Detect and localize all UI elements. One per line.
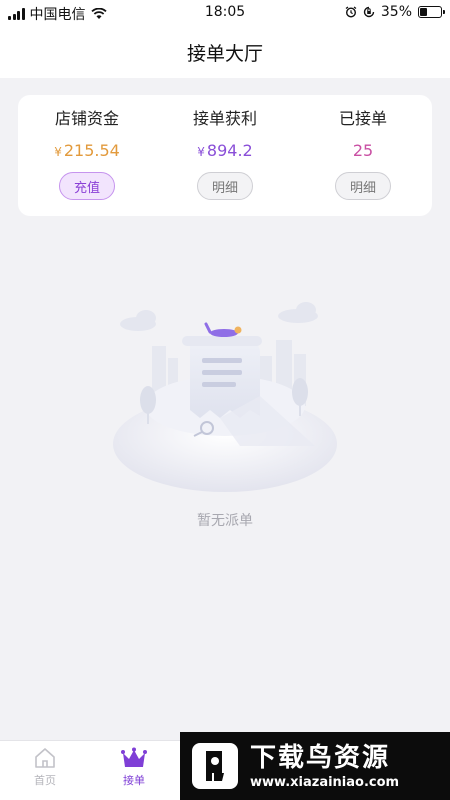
- bird-logo-icon: [192, 743, 238, 789]
- status-bar: 中国电信 18:05 35%: [0, 0, 450, 26]
- watermark-text: 下载鸟资源 www.xiazainiao.com: [250, 743, 399, 790]
- currency-symbol: ¥: [197, 145, 205, 159]
- tab-home[interactable]: 首页: [15, 747, 75, 799]
- watermark-url: www.xiazainiao.com: [250, 774, 400, 790]
- home-icon: [35, 748, 55, 768]
- orders-details-button[interactable]: 明细: [335, 172, 391, 200]
- nav-bar: 接单大厅: [0, 26, 450, 78]
- stat-amount: 894.2: [206, 141, 253, 160]
- stat-amount: 215.54: [63, 141, 120, 160]
- battery-fill: [420, 8, 427, 16]
- stat-value: 25: [353, 140, 373, 162]
- rotation-lock-icon: [363, 6, 375, 18]
- stat-label: 店铺资金: [54, 109, 119, 128]
- battery-icon: [418, 6, 445, 18]
- alarm-icon: [345, 6, 357, 18]
- page-title: 接单大厅: [186, 42, 263, 65]
- empty-state-text: 暂无派单: [197, 513, 253, 529]
- watermark: 下载鸟资源 www.xiazainiao.com: [180, 732, 450, 800]
- tab-orders[interactable]: 接单: [104, 747, 164, 799]
- stats-card: 店铺资金 ¥215.54 充值 接单获利 ¥894.2 明细 已接单 25 明细: [18, 95, 432, 216]
- stat-orders-taken: 已接单 25 明细: [294, 95, 432, 216]
- stat-value: ¥215.54: [54, 140, 120, 162]
- profit-details-button[interactable]: 明细: [197, 172, 253, 200]
- tab-orders-label: 接单: [123, 774, 145, 787]
- recharge-button[interactable]: 充值: [59, 172, 115, 200]
- battery-percent: 35%: [380, 4, 412, 20]
- stat-label: 已接单: [338, 109, 387, 128]
- empty-orders-illustration: [113, 302, 337, 492]
- stat-amount: 25: [352, 141, 374, 160]
- stat-store-funds: 店铺资金 ¥215.54 充值: [18, 95, 156, 216]
- watermark-title: 下载鸟资源: [250, 742, 391, 773]
- crown-icon: [121, 747, 147, 767]
- stat-label: 接单获利: [192, 109, 257, 128]
- stat-value: ¥894.2: [197, 140, 252, 162]
- currency-symbol: ¥: [54, 145, 62, 159]
- tab-home-label: 首页: [34, 774, 56, 787]
- status-right: 35%: [345, 4, 445, 20]
- stat-order-profit: 接单获利 ¥894.2 明细: [156, 95, 294, 216]
